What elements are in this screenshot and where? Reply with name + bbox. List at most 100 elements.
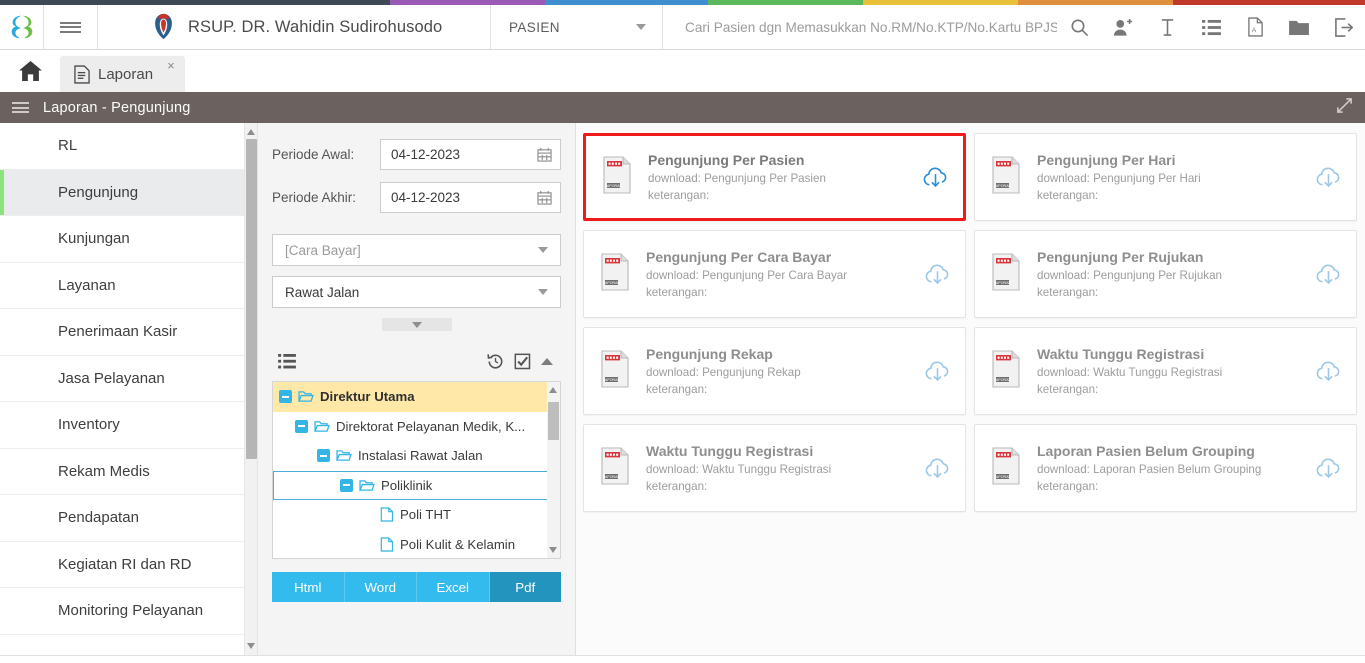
menu-bar (12, 106, 29, 109)
tree-node-direktorat-pelayanan-medik[interactable]: Direktorat Pelayanan Medik, K... (273, 412, 560, 442)
list-icon[interactable] (1189, 5, 1233, 50)
scroll-up-icon[interactable] (549, 387, 557, 393)
document-icon (74, 64, 90, 84)
filter-collapse-handle[interactable] (381, 318, 452, 331)
patient-search-wrapper (663, 5, 1057, 49)
scrollbar-thumb[interactable] (246, 139, 257, 459)
collapse-toggle-icon[interactable] (317, 449, 330, 463)
sidebar-item-kegiatan-ri-dan-rd[interactable]: Kegiatan RI dan RD (0, 541, 257, 588)
export-html-button[interactable]: Html (272, 572, 345, 602)
report-note-label: keterangan: (646, 480, 708, 493)
export-pdf-button[interactable]: Pdf (489, 572, 561, 602)
calendar-icon[interactable] (537, 190, 552, 205)
periode-awal-input[interactable]: 04-12-2023 (380, 139, 561, 170)
tree-node-poli-tht[interactable]: Poli THT (273, 500, 560, 530)
collapse-toggle-icon[interactable] (279, 390, 292, 404)
tab-laporan[interactable]: Laporan × (60, 56, 185, 92)
download-icon[interactable] (1314, 166, 1342, 189)
collapse-toggle-icon[interactable] (340, 478, 353, 492)
report-card-pengunjung-rekap[interactable]: LAPORAN Pengunjung Rekap download: Pengu… (583, 327, 966, 415)
scroll-up-icon[interactable] (247, 129, 255, 135)
calendar-icon[interactable] (537, 147, 552, 162)
svg-text:LAPORAN: LAPORAN (603, 378, 621, 382)
sidebar-item-inventory[interactable]: Inventory (0, 402, 257, 449)
main-menu-toggle[interactable] (44, 5, 98, 49)
folder-icon[interactable] (1277, 5, 1321, 50)
text-cursor-icon[interactable] (1145, 5, 1189, 50)
sidebar-item-monitoring-pelayanan[interactable]: Monitoring Pelayanan (0, 588, 257, 635)
history-refresh-icon[interactable] (487, 353, 504, 370)
report-download-label: download: Pengunjung Per Cara Bayar (646, 269, 848, 282)
report-card-waktu-tunggu-registrasi-1[interactable]: LAPORAN Waktu Tunggu Registrasi download… (974, 327, 1357, 415)
scrollbar-thumb[interactable] (548, 402, 559, 440)
report-download-label: download: Waktu Tunggu Registrasi (1037, 366, 1223, 379)
sidebar-item-rl[interactable]: RL (0, 123, 257, 170)
periode-akhir-input[interactable]: 04-12-2023 (380, 182, 561, 213)
logout-icon[interactable] (1321, 5, 1365, 50)
module-selector[interactable]: PASIEN (491, 5, 663, 49)
report-card-pengunjung-per-rujukan[interactable]: LAPORAN Pengunjung Per Rujukan download:… (974, 230, 1357, 318)
download-icon[interactable] (921, 166, 949, 189)
download-icon[interactable] (923, 457, 951, 480)
report-card-laporan-pasien-belum-grouping[interactable]: LAPORAN Laporan Pasien Belum Grouping do… (974, 424, 1357, 512)
sidebar-item-layanan[interactable]: Layanan (0, 262, 257, 309)
tree-node-direktur-utama[interactable]: Direktur Utama (273, 382, 560, 412)
download-icon[interactable] (923, 360, 951, 383)
tab-close-icon[interactable]: × (167, 58, 175, 73)
download-icon[interactable] (1314, 457, 1342, 480)
jenis-layanan-select[interactable]: Rawat Jalan (272, 276, 561, 308)
pdf-file-icon[interactable]: A (1233, 5, 1277, 50)
scroll-down-icon[interactable] (549, 547, 557, 553)
export-word-button[interactable]: Word (344, 572, 417, 602)
sidebar-item-kunjungan[interactable]: Kunjungan (0, 216, 257, 263)
panel-menu-toggle[interactable] (12, 100, 29, 116)
sidebar-item-pengunjung[interactable]: Pengunjung (0, 169, 257, 216)
report-title: Laporan Pasien Belum Grouping (1037, 443, 1255, 459)
report-card-pengunjung-per-cara-bayar[interactable]: LAPORAN Pengunjung Per Cara Bayar downlo… (583, 230, 966, 318)
sidebar-item-penerimaan-kasir[interactable]: Penerimaan Kasir (0, 309, 257, 356)
expand-icon[interactable] (1336, 97, 1353, 119)
tree-node-poli-kulit-kelamin[interactable]: Poli Kulit & Kelamin (273, 530, 560, 559)
add-user-icon[interactable] (1101, 5, 1145, 50)
sidebar-scrollbar[interactable] (244, 123, 257, 655)
sidebar-item-label: Inventory (58, 416, 120, 434)
folder-open-icon (314, 420, 330, 432)
sidebar-item-jasa-pelayanan[interactable]: Jasa Pelayanan (0, 355, 257, 402)
simgos-logo[interactable] (0, 5, 44, 49)
report-document-icon: LAPORAN (991, 349, 1023, 393)
tab-bar: Laporan × (0, 50, 1365, 92)
report-card-pengunjung-per-pasien[interactable]: LAPORAN Pengunjung Per Pasien download: … (583, 133, 966, 221)
collapse-toggle-icon[interactable] (295, 419, 308, 433)
report-download-label: download: Pengunjung Per Hari (1037, 172, 1201, 185)
download-icon[interactable] (1314, 360, 1342, 383)
tree-node-label: Direktur Utama (320, 389, 415, 405)
cara-bayar-select[interactable]: [Cara Bayar] (272, 234, 561, 266)
svg-text:LAPORAN: LAPORAN (994, 184, 1012, 188)
report-title: Pengunjung Per Cara Bayar (646, 249, 832, 265)
download-icon[interactable] (923, 263, 951, 286)
hospital-logo-icon (155, 13, 172, 40)
report-title: Pengunjung Per Rujukan (1037, 249, 1204, 265)
search-icon[interactable] (1057, 5, 1101, 50)
export-excel-button[interactable]: Excel (417, 572, 490, 602)
sidebar-item-label: Pengunjung (58, 183, 139, 201)
tree-node-instalasi-rawat-jalan[interactable]: Instalasi Rawat Jalan (273, 441, 560, 471)
collapse-up-icon[interactable] (541, 357, 553, 365)
check-all-icon[interactable] (514, 353, 531, 370)
header-icon-group: A (1057, 5, 1365, 49)
report-card-waktu-tunggu-registrasi-2[interactable]: LAPORAN Waktu Tunggu Registrasi download… (583, 424, 966, 512)
sidebar-item-rekam-medis[interactable]: Rekam Medis (0, 448, 257, 495)
report-title: Waktu Tunggu Registrasi (646, 443, 814, 459)
list-view-icon[interactable] (278, 353, 296, 369)
home-tab[interactable] (10, 50, 50, 92)
download-icon[interactable] (1314, 263, 1342, 286)
report-card-text: Laporan Pasien Belum Grouping download: … (1023, 443, 1314, 493)
sidebar-item-label: Rekam Medis (58, 462, 150, 480)
report-card-pengunjung-per-hari[interactable]: LAPORAN Pengunjung Per Hari download: Pe… (974, 133, 1357, 221)
report-note-label: keterangan: (1037, 383, 1099, 396)
scroll-down-icon[interactable] (247, 643, 255, 649)
tree-node-poliklinik[interactable]: Poliklinik (273, 470, 560, 500)
patient-search-input[interactable] (685, 19, 1057, 35)
sidebar-item-pendapatan[interactable]: Pendapatan (0, 495, 257, 542)
tree-scrollbar[interactable] (547, 382, 560, 558)
